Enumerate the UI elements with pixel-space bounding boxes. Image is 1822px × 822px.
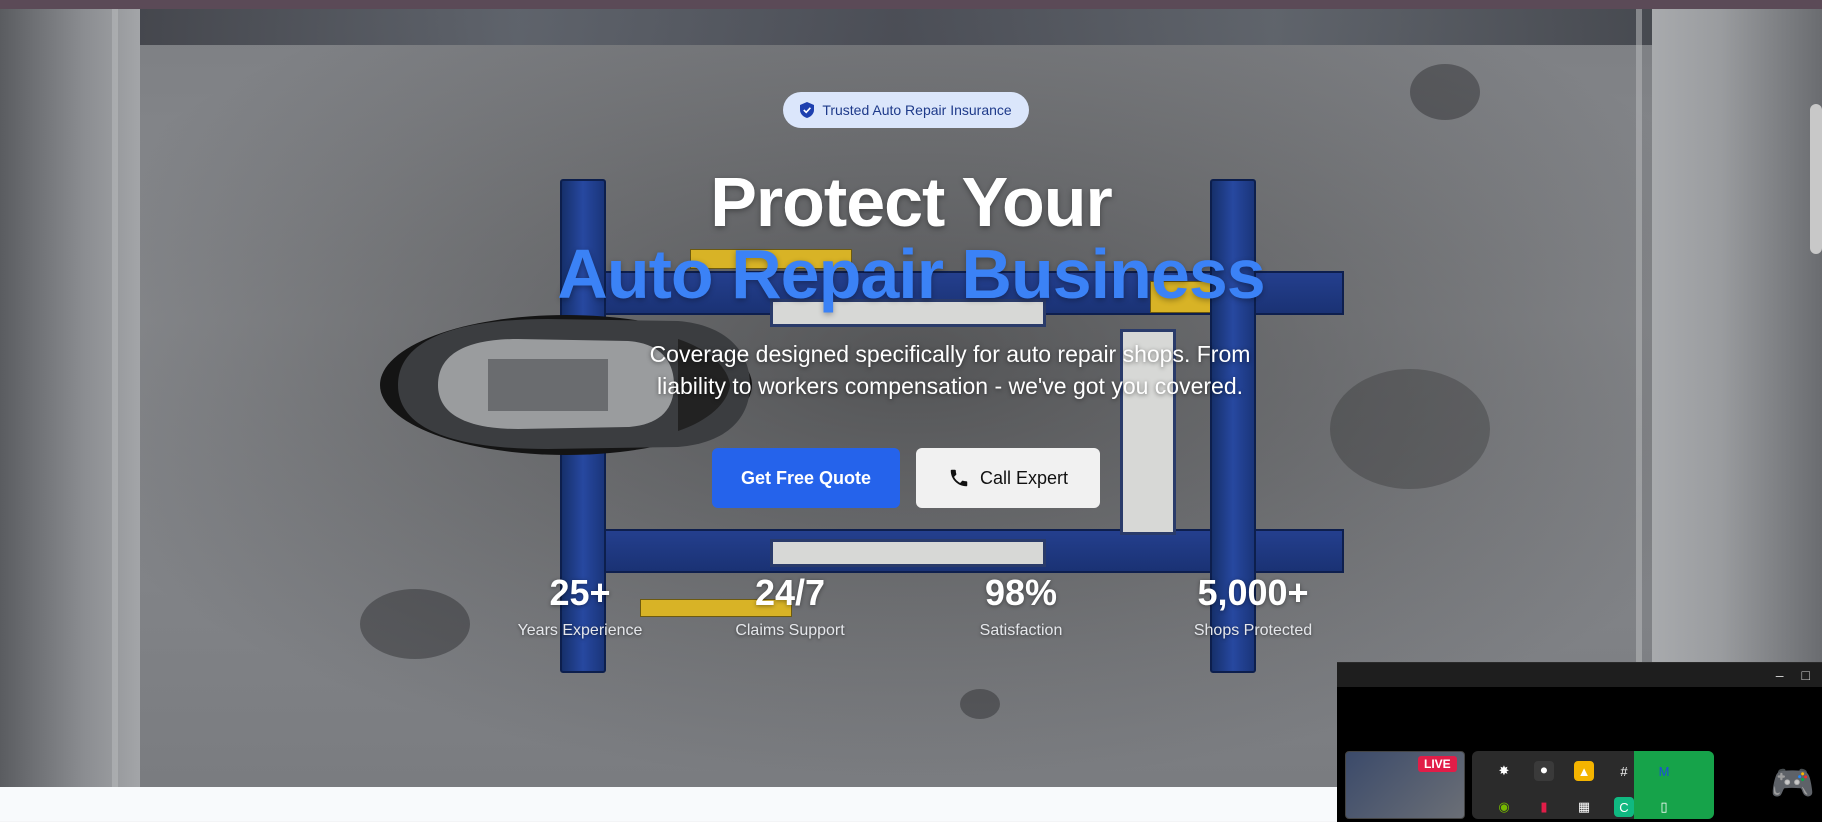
stat-claims: 24/7 Claims Support <box>690 572 890 640</box>
badge-label: Trusted Auto Repair Insurance <box>822 102 1012 118</box>
stat-value: 25+ <box>549 572 611 613</box>
stat-value: 5,000+ <box>1197 572 1309 613</box>
hero-title-line1: Protect Your <box>710 163 1113 241</box>
stat-value: 98% <box>984 572 1058 613</box>
minimize-icon[interactable]: – <box>1776 667 1784 683</box>
hero-title-line2: Auto Repair Business <box>557 235 1265 313</box>
mic-off-icon[interactable]: ⚫ <box>1534 761 1554 781</box>
stat-label: Claims Support <box>735 622 845 639</box>
stat-satisfaction: 98% Satisfaction <box>921 572 1121 640</box>
drive-icon[interactable]: ▲ <box>1574 761 1594 781</box>
maximize-icon[interactable]: □ <box>1802 667 1810 683</box>
stat-label: Shops Protected <box>1193 622 1313 639</box>
nvidia-icon[interactable]: ◉ <box>1494 797 1514 817</box>
shield-check-icon <box>800 102 815 118</box>
live-badge: LIVE <box>1418 756 1457 772</box>
get-free-quote-button[interactable]: Get Free Quote <box>712 448 900 508</box>
phone-icon <box>950 469 968 487</box>
call-expert-label: Call Expert <box>979 467 1069 488</box>
tray-highlight <box>1634 751 1714 819</box>
stat-shops: 5,000+ Shops Protected <box>1153 572 1353 640</box>
audio-levels-icon[interactable]: ▮ <box>1534 797 1554 817</box>
floating-preview-window[interactable]: – □ LIVE ✸ ⚫ ▲ # M ◉ ▮ ▦ C ▯ 🎮 <box>1337 662 1822 822</box>
sun-icon[interactable]: ✸ <box>1494 761 1514 781</box>
slack-icon[interactable]: # <box>1614 761 1634 781</box>
app-c-icon[interactable]: C <box>1614 797 1634 817</box>
hero-subtitle: Coverage designed specifically for auto … <box>540 338 1360 402</box>
stat-label: Years Experience <box>517 622 643 639</box>
subtitle-line1: Coverage designed specifically for auto … <box>649 341 1251 367</box>
call-expert-button[interactable]: Call Expert <box>916 448 1100 508</box>
stats-row: 25+ Years Experience 24/7 Claims Support… <box>480 572 1340 652</box>
stat-label: Satisfaction <box>979 622 1063 639</box>
trusted-badge: Trusted Auto Repair Insurance <box>783 92 1029 128</box>
malwarebytes-icon[interactable]: M <box>1654 761 1674 781</box>
system-tray-panel: ✸ ⚫ ▲ # M ◉ ▮ ▦ C ▯ <box>1472 751 1714 819</box>
grid-app-icon[interactable]: ▦ <box>1574 797 1594 817</box>
gamepad-icon[interactable]: 🎮 <box>1770 761 1815 805</box>
preview-titlebar: – □ <box>1337 663 1822 687</box>
stat-years: 25+ Years Experience <box>480 572 680 640</box>
stream-thumbnail[interactable]: LIVE <box>1345 751 1465 819</box>
usb-icon[interactable]: ▯ <box>1654 797 1674 817</box>
subtitle-line2: liability to workers compensation - we'v… <box>656 373 1244 399</box>
stat-value: 24/7 <box>754 572 826 613</box>
